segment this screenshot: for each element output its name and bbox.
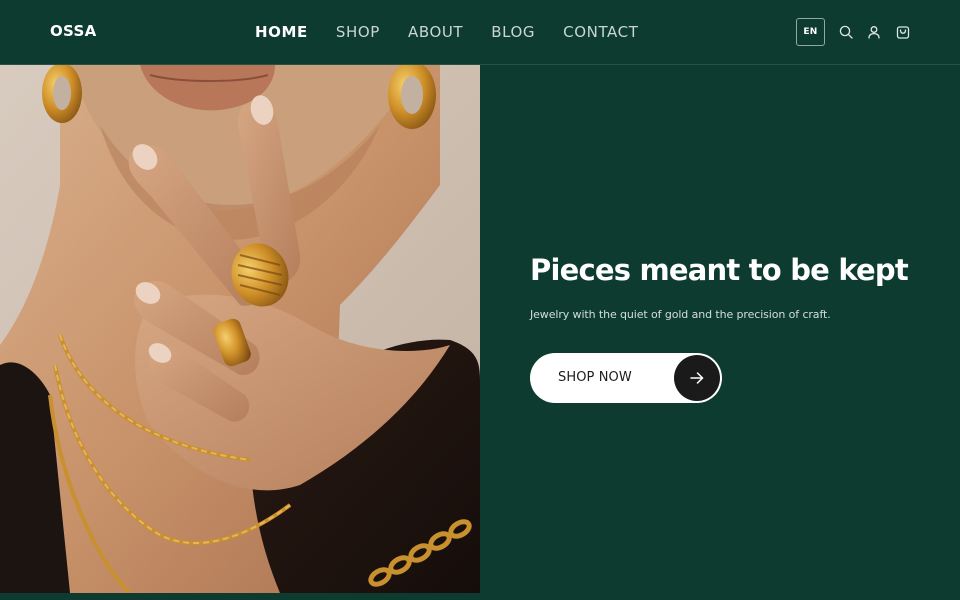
site-header: OSSA HOME SHOP ABOUT BLOG CONTACT EN	[0, 0, 960, 65]
logo[interactable]: OSSA	[50, 22, 97, 40]
main-nav: HOME SHOP ABOUT BLOG CONTACT	[255, 23, 667, 41]
hero-title: Pieces meant to be kept	[530, 253, 909, 287]
hero-image	[0, 65, 480, 593]
search-icon[interactable]	[838, 24, 854, 40]
language-switcher[interactable]: EN	[796, 18, 825, 46]
bottom-strip	[0, 593, 960, 600]
arrow-right-icon	[674, 355, 720, 401]
shop-now-label: SHOP NOW	[558, 370, 632, 385]
nav-item-contact[interactable]: CONTACT	[563, 23, 638, 41]
nav-item-about[interactable]: ABOUT	[408, 23, 463, 41]
cart-icon[interactable]	[895, 24, 911, 40]
nav-item-home[interactable]: HOME	[255, 23, 308, 41]
user-icon[interactable]	[866, 24, 882, 40]
nav-item-shop[interactable]: SHOP	[336, 23, 380, 41]
shop-now-button[interactable]: SHOP NOW	[530, 353, 722, 403]
nav-item-blog[interactable]: BLOG	[491, 23, 535, 41]
hero-subtitle: Jewelry with the quiet of gold and the p…	[530, 308, 831, 321]
